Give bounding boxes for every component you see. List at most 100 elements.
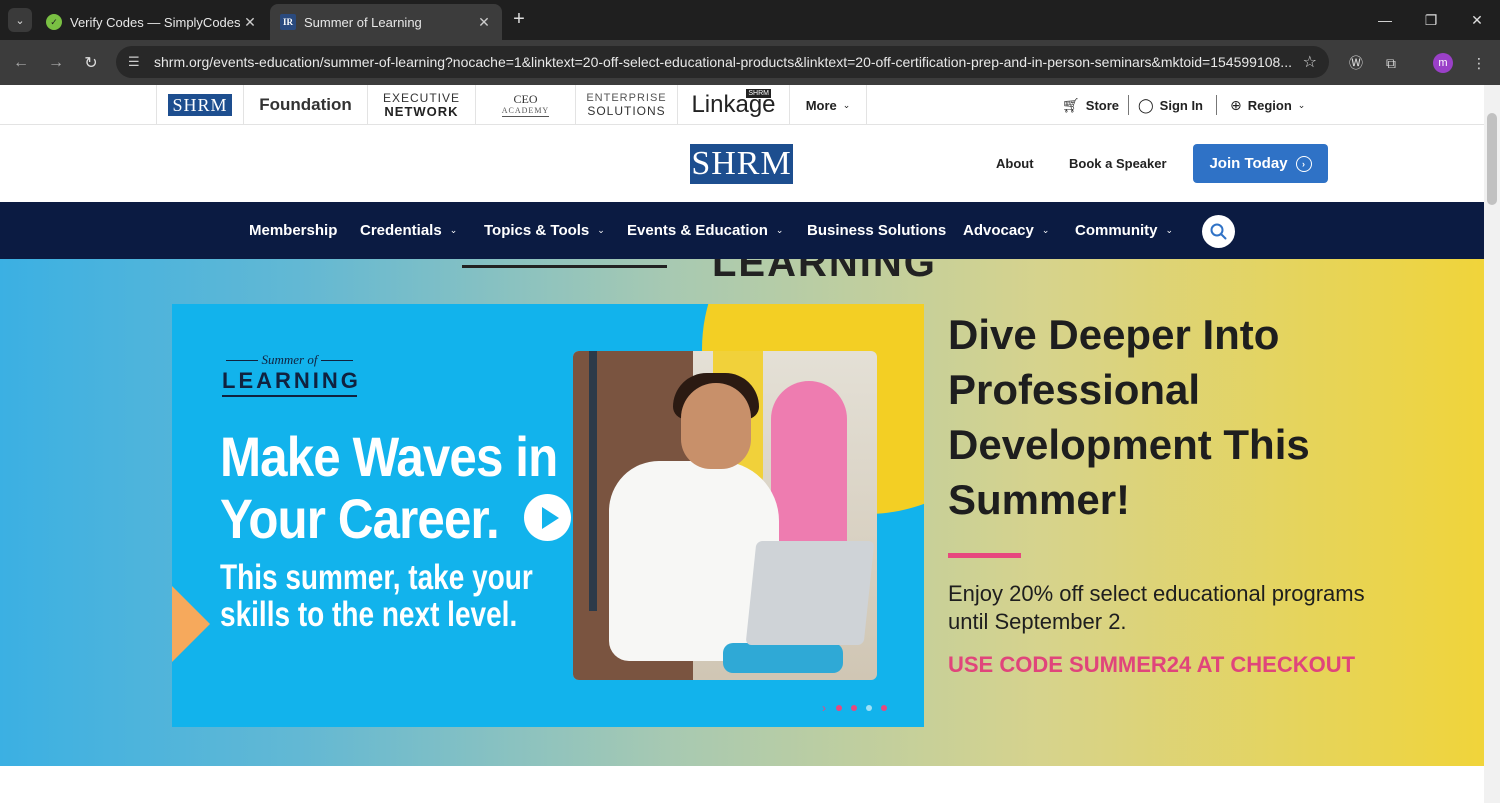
logo-rule xyxy=(321,359,353,361)
browser-toolbar: ← → ↻ ☰ shrm.org/events-education/summer… xyxy=(0,40,1500,85)
promo-video[interactable]: Summer of LEARNING Make Waves in Your Ca… xyxy=(172,304,924,727)
address-bar[interactable]: ☰ shrm.org/events-education/summer-of-le… xyxy=(116,46,1329,78)
pink-divider xyxy=(948,553,1021,558)
nav-events-education[interactable]: Events & Education ⌄ xyxy=(627,202,783,259)
cart-icon: 🛒︎ xyxy=(1062,96,1080,113)
chevron-down-icon: ⌄ xyxy=(449,225,458,235)
tab-title: Verify Codes — SimplyCodes xyxy=(70,14,241,30)
profile-avatar[interactable]: m xyxy=(1433,53,1453,73)
restore-icon[interactable]: ❐ xyxy=(1408,0,1454,40)
brand-line: ACADEMY xyxy=(501,105,550,117)
nav-label: Membership xyxy=(249,222,338,239)
back-arrow-icon[interactable]: ← xyxy=(8,50,34,76)
close-icon[interactable]: ✕ xyxy=(476,14,492,31)
url-text: shrm.org/events-education/summer-of-lear… xyxy=(154,54,1292,70)
forward-arrow-icon[interactable]: → xyxy=(43,50,69,76)
divider xyxy=(1216,95,1217,115)
more-label: More xyxy=(805,97,837,113)
chevron-down-icon: ⌄ xyxy=(1165,225,1174,235)
nav-label: Community xyxy=(1075,222,1158,239)
shorts xyxy=(723,643,843,673)
heading-rule xyxy=(462,265,667,268)
nav-label: Advocacy xyxy=(963,222,1034,239)
hero-title: Dive Deeper Into Professional Developmen… xyxy=(948,311,1310,523)
shrm-logo[interactable]: SHRM xyxy=(690,144,793,184)
carousel-dot[interactable] xyxy=(836,705,842,711)
nav-advocacy[interactable]: Advocacy ⌄ xyxy=(963,202,1049,259)
play-triangle xyxy=(541,506,559,529)
foundation-brand-link[interactable]: Foundation xyxy=(244,85,368,125)
linkage-brand-link[interactable]: Linkage SHRM xyxy=(678,85,790,125)
site-search-button[interactable] xyxy=(1202,215,1235,248)
nav-label: Business Solutions xyxy=(807,222,947,239)
page-content-below xyxy=(0,766,1484,803)
browser-tab-summer-of-learning[interactable]: IR Summer of Learning ✕ xyxy=(270,4,502,40)
store-link[interactable]: 🛒︎ Store xyxy=(1062,85,1119,125)
browser-tab-bar: ⌄ ✓ Verify Codes — SimplyCodes ✕ IR Summ… xyxy=(0,0,1500,40)
man-with-laptop-photo xyxy=(573,351,877,680)
nav-label: Events & Education xyxy=(627,222,768,239)
browser-tab-simplycodes[interactable]: ✓ Verify Codes — SimplyCodes ✕ xyxy=(36,4,268,40)
nav-topics-tools[interactable]: Topics & Tools ⌄ xyxy=(484,202,605,259)
tab-title: Summer of Learning xyxy=(304,14,422,30)
reload-icon[interactable]: ↻ xyxy=(78,50,104,76)
brand-tag: SHRM xyxy=(746,89,771,98)
carousel-dot[interactable] xyxy=(866,705,872,711)
about-link[interactable]: About xyxy=(996,156,1034,171)
logo-script-text: Summer of xyxy=(261,352,318,367)
shrm-mini-logo: SHRM xyxy=(168,94,232,116)
tab-search-button[interactable]: ⌄ xyxy=(8,8,32,32)
close-icon[interactable]: ✕ xyxy=(242,14,258,31)
ceo-academy-brand-link[interactable]: CEO ACADEMY xyxy=(476,85,576,125)
video-subline: This summer, take your skills to the nex… xyxy=(220,558,533,634)
brand-line: NETWORK xyxy=(384,104,459,119)
executive-network-brand-link[interactable]: EXECUTIVE NETWORK xyxy=(368,85,476,125)
hero-copy: Dive Deeper Into Professional Developmen… xyxy=(948,307,1368,679)
face xyxy=(681,383,751,469)
chevron-right-icon[interactable]: › xyxy=(822,701,826,715)
wappalyzer-extension-icon[interactable]: Ⓦ xyxy=(1343,50,1369,76)
hero-cropped-heading: LEARNING xyxy=(462,259,1022,285)
sign-in-label: Sign In xyxy=(1159,97,1204,113)
chevron-down-icon: ⌄ xyxy=(1297,99,1306,110)
nav-community[interactable]: Community ⌄ xyxy=(1075,202,1173,259)
nav-credentials[interactable]: Credentials ⌄ xyxy=(360,202,457,259)
enterprise-solutions-brand-link[interactable]: ENTERPRISE SOLUTIONS xyxy=(576,85,678,125)
join-today-button[interactable]: Join Today › xyxy=(1193,144,1328,183)
new-tab-plus-icon[interactable]: + xyxy=(507,8,531,32)
minimize-icon[interactable]: — xyxy=(1362,0,1408,40)
site-settings-icon[interactable]: ☰ xyxy=(128,54,150,70)
simplycodes-favicon-icon: ✓ xyxy=(46,14,62,30)
nav-membership[interactable]: Membership xyxy=(249,202,337,259)
region-selector[interactable]: ⊕ Region ⌄ xyxy=(1230,85,1305,125)
laptop xyxy=(745,541,875,645)
shrm-brand-link[interactable]: SHRM xyxy=(156,85,244,125)
chevron-down-icon: ⌄ xyxy=(597,225,605,235)
window-close-icon[interactable]: ✕ xyxy=(1454,0,1500,40)
play-button-icon[interactable] xyxy=(524,494,571,541)
nav-business-solutions[interactable]: Business Solutions xyxy=(807,202,946,259)
chevron-down-icon: ⌄ xyxy=(775,225,784,235)
store-label: Store xyxy=(1085,97,1120,113)
brand-line: SOLUTIONS xyxy=(587,104,666,118)
photo-bg xyxy=(589,351,597,611)
summer-of-learning-logo: Summer of LEARNING xyxy=(222,352,358,397)
search-icon xyxy=(1210,223,1227,240)
brand-line: CEO xyxy=(513,91,538,106)
book-a-speaker-link[interactable]: Book a Speaker xyxy=(1069,156,1167,171)
more-brands-dropdown[interactable]: More ⌄ xyxy=(790,85,867,125)
scrollbar-thumb[interactable] xyxy=(1487,113,1497,205)
sign-in-link[interactable]: ◯ Sign In xyxy=(1138,85,1203,125)
script-line: Summer of xyxy=(222,352,357,368)
extensions-puzzle-icon[interactable]: ⧉ xyxy=(1378,50,1404,76)
arrow-right-circle-icon: › xyxy=(1295,155,1312,172)
carousel-dot[interactable] xyxy=(881,705,887,711)
bookmark-star-icon[interactable]: ☆ xyxy=(1303,52,1317,72)
carousel-dot[interactable] xyxy=(851,705,857,711)
globe-icon: ⊕ xyxy=(1230,96,1242,113)
user-icon: ◯ xyxy=(1138,96,1154,113)
browser-menu-icon[interactable]: ⋮ xyxy=(1466,50,1492,76)
nav-label: Topics & Tools xyxy=(484,222,590,239)
promo-code-text: USE CODE SUMMER24 AT CHECKOUT xyxy=(948,652,1356,677)
page-scrollbar[interactable] xyxy=(1484,85,1500,803)
